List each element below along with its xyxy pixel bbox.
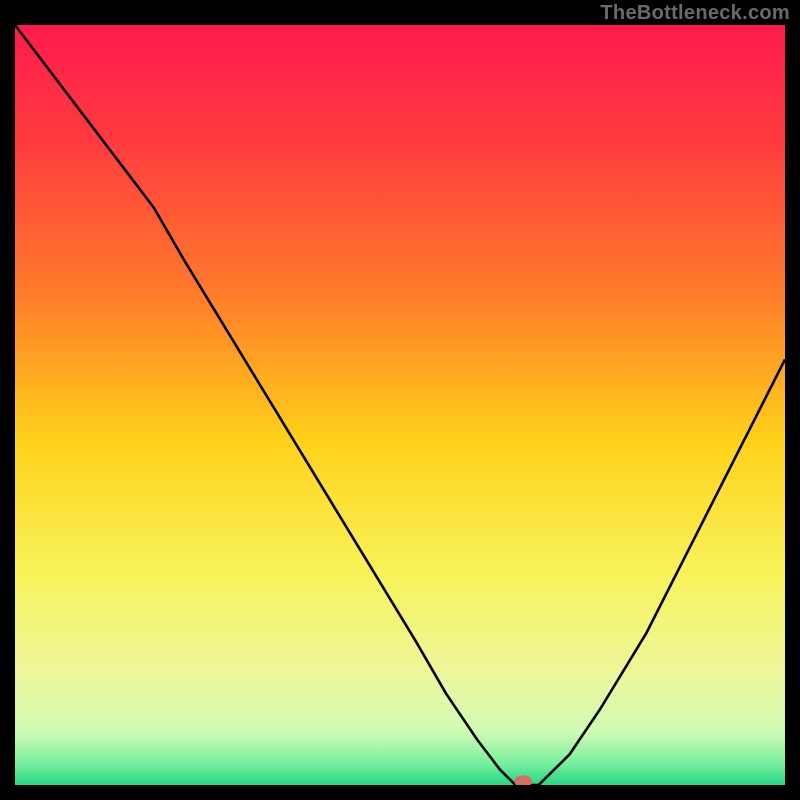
watermark-text: TheBottleneck.com <box>600 2 790 25</box>
chart-svg <box>15 25 785 785</box>
plot-area <box>15 25 785 785</box>
chart-background <box>15 25 785 785</box>
chart-frame: TheBottleneck.com <box>0 0 800 800</box>
